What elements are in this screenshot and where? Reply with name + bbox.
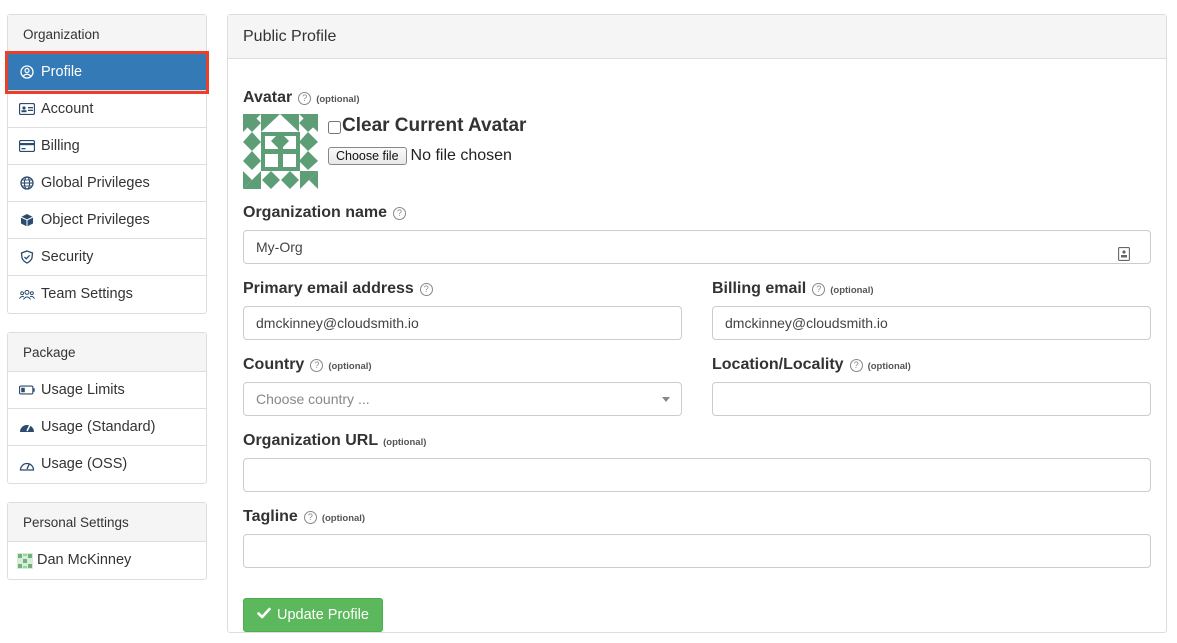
tagline-label: Tagline [243,508,298,525]
country-label-group: Country ? (optional) [243,356,372,374]
user-circle-icon [19,64,35,80]
billing-email-input[interactable]: dmckinney@cloudsmith.io [712,306,1151,340]
shield-check-icon [19,249,35,265]
sidebar-item-security[interactable]: Security [8,239,206,276]
personal-settings-heading: Personal Settings [8,503,206,542]
avatar-label: Avatar [243,89,293,106]
billing-email-label-group: Billing email ? (optional) [712,280,874,298]
sidebar-item-label: Security [41,248,94,265]
sidebar-item-label: Usage Limits [41,381,125,398]
sidebar-item-label: Profile [41,63,83,80]
location-label-group: Location/Locality ? (optional) [712,356,911,374]
credit-card-icon [19,138,35,154]
organization-panel: Organization Profile Account Billing Glo… [5,14,209,314]
clear-avatar-checkbox[interactable] [328,120,341,134]
gauge-outline-icon [19,457,35,473]
avatar-icon [17,552,33,569]
cube-icon [19,212,35,228]
org-name-input[interactable]: My-Org [243,230,1151,264]
billing-email-value: dmckinney@cloudsmith.io [725,315,888,331]
sidebar-item-object-privileges[interactable]: Object Privileges [8,202,206,239]
org-url-input[interactable] [243,458,1151,492]
help-icon[interactable]: ? [419,282,433,296]
org-name-value: My-Org [256,239,303,255]
sidebar-item-dan-mckinney[interactable]: Dan McKinney [8,542,206,579]
country-select[interactable]: Choose country ... [243,382,682,416]
primary-email-label: Primary email address [243,280,414,297]
primary-email-input[interactable]: dmckinney@cloudsmith.io [243,306,682,340]
help-icon[interactable]: ? [310,358,324,372]
sidebar-item-label: Global Privileges [41,174,150,191]
update-profile-button[interactable]: Update Profile [243,598,383,632]
billing-email-label: Billing email [712,280,807,297]
help-icon[interactable]: ? [303,510,317,524]
location-input[interactable] [712,382,1151,416]
optional-tag: (optional) [321,513,366,524]
org-name-label: Organization name [243,204,388,221]
sidebar-item-label: Usage (OSS) [41,456,128,472]
org-name-label-group: Organization name ? [243,204,407,222]
caret-down-icon [662,397,670,402]
checkmark-icon [257,607,271,623]
help-icon[interactable]: ? [298,91,312,105]
optional-tag: (optional) [383,437,427,448]
location-label: Location/Locality [712,356,844,373]
sidebar-item-usage-standard[interactable]: Usage (Standard) [8,409,206,446]
avatar-label-group: Avatar ? (optional) [243,89,359,107]
sidebar-item-label: Team Settings [41,286,133,302]
sidebar-item-usage-limits[interactable]: Usage Limits [8,372,206,409]
clear-avatar-group: Clear Current Avatar [328,115,526,137]
sidebar-item-team-settings[interactable]: Team Settings [8,276,206,313]
optional-tag: (optional) [328,361,372,372]
personal-settings-panel: Personal Settings Dan McKinney [7,502,207,580]
help-icon[interactable]: ? [849,358,863,372]
sidebar-item-label: Dan McKinney [37,552,132,568]
id-card-icon [19,101,35,117]
optional-tag: (optional) [867,361,911,372]
contact-card-icon[interactable] [1118,240,1130,272]
battery-icon [19,382,35,398]
tagline-input[interactable] [243,534,1151,568]
file-status-text: No file chosen [410,147,512,164]
update-profile-label: Update Profile [277,607,369,623]
country-label: Country [243,356,305,373]
org-url-label: Organization URL [243,432,379,449]
org-url-label-group: Organization URL (optional) [243,432,426,450]
file-picker: Choose file No file chosen [328,147,512,165]
sidebar-item-label: Billing [41,137,80,154]
clear-avatar-label: Clear Current Avatar [342,115,527,136]
profile-form: Avatar ? (optional) Clear Current Avatar… [243,59,1151,632]
sidebar-item-label: Usage (Standard) [41,418,156,435]
sidebar-item-billing[interactable]: Billing [8,128,206,165]
globe-icon [19,175,35,191]
settings-sidebar: Organization Profile Account Billing Glo… [5,14,209,598]
package-heading: Package [8,333,206,372]
sidebar-item-profile[interactable]: Profile [5,51,209,94]
sidebar-item-usage-oss[interactable]: Usage (OSS) [8,446,206,483]
package-panel: Package Usage Limits Usage (Standard) Us… [7,332,207,484]
help-icon[interactable]: ? [812,282,826,296]
public-profile-panel: Public Profile Avatar ? (optional) Clear… [227,14,1167,633]
sidebar-item-label: Object Privileges [41,211,150,228]
organization-heading: Organization [8,15,206,54]
users-icon [19,287,35,303]
country-placeholder: Choose country ... [256,391,370,407]
panel-title: Public Profile [228,15,1166,59]
primary-email-label-group: Primary email address ? [243,280,433,298]
optional-tag: (optional) [830,285,874,296]
gauge-icon [19,419,35,435]
sidebar-item-global-privileges[interactable]: Global Privileges [8,165,206,202]
sidebar-item-label: Account [41,100,94,117]
sidebar-item-account[interactable]: Account [8,91,206,128]
tagline-label-group: Tagline ? (optional) [243,508,365,526]
avatar-image [243,114,318,189]
choose-file-button[interactable]: Choose file [328,147,407,165]
optional-tag: (optional) [316,94,360,105]
primary-email-value: dmckinney@cloudsmith.io [256,315,419,331]
help-icon[interactable]: ? [393,206,407,220]
